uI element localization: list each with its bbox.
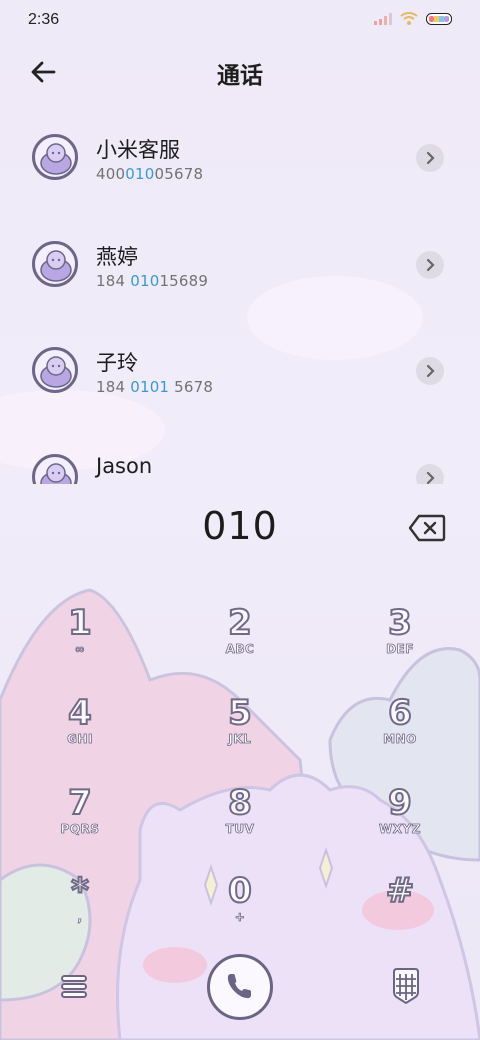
call-button[interactable]: [207, 954, 273, 1020]
key-letters: ,: [77, 910, 83, 925]
key-letters: MNO: [383, 732, 417, 747]
key-digit: 3: [387, 603, 413, 643]
wifi-icon: [400, 12, 418, 25]
dial-keypad: 1 ∞ 2 ABC 3 DEF 4 GHI 5 JKL 6 MNO 7 PQRS 8 TUV 9…: [0, 596, 480, 948]
contact-row[interactable]: 小米客服 40001005678: [0, 112, 480, 219]
key-digit: 2: [227, 603, 253, 643]
key-1[interactable]: 1 ∞: [20, 603, 140, 686]
contact-number: 184 01015689: [96, 271, 209, 290]
key-5[interactable]: 5 JKL: [180, 693, 300, 776]
status-time: 2:36: [28, 11, 60, 28]
key-digit: 4: [67, 693, 93, 733]
contact-number: 40001005678: [96, 165, 204, 183]
phone-icon: [227, 974, 251, 999]
key-digit: 9: [387, 783, 413, 823]
avatar: [32, 347, 78, 393]
key-9[interactable]: 9 WXYZ: [340, 783, 460, 866]
key-7[interactable]: 7 PQRS: [20, 783, 140, 866]
contact-row[interactable]: 子玲 184 0101 5678: [0, 325, 480, 432]
contact-row[interactable]: 燕婷 184 01015689: [0, 219, 480, 326]
avatar: [32, 134, 78, 180]
key-letters: DEF: [386, 642, 414, 657]
key-digit: 5: [227, 693, 253, 733]
key-letters: PQRS: [60, 822, 100, 837]
key-0[interactable]: 0 +: [180, 871, 300, 954]
key-hash[interactable]: #: [340, 871, 460, 954]
status-icons: [374, 12, 454, 25]
key-star[interactable]: *,: [20, 871, 140, 954]
contact-row[interactable]: Jason: [0, 432, 480, 484]
chevron-right-icon: [426, 471, 435, 484]
dialpad-icon[interactable]: [388, 966, 424, 1006]
contact-number: 184 0101 5678: [96, 378, 214, 396]
chevron-right-icon: [426, 258, 435, 271]
key-letters: GHI: [67, 732, 93, 747]
key-letters: ABC: [225, 642, 255, 657]
key-digit: 8: [227, 783, 253, 823]
key-2[interactable]: 2 ABC: [180, 603, 300, 686]
key-letters: WXYZ: [379, 822, 421, 837]
battery-icon: [426, 12, 452, 25]
contact-detail-button[interactable]: [416, 357, 444, 385]
key-digit: 1: [67, 603, 93, 643]
contact-name: 小米客服: [96, 138, 180, 162]
backspace-icon[interactable]: [408, 514, 446, 542]
key-3[interactable]: 3 DEF: [340, 603, 460, 686]
avatar: [32, 240, 78, 287]
key-letters: +: [234, 910, 246, 925]
page-title: 通话: [217, 63, 263, 89]
contact-detail-button[interactable]: [416, 463, 444, 484]
contact-detail-button[interactable]: [416, 250, 444, 279]
chevron-right-icon: [426, 151, 435, 165]
key-letters: TUV: [225, 822, 255, 837]
chevron-right-icon: [426, 364, 435, 378]
key-digit: 6: [387, 693, 413, 733]
voicemail-icon: ∞: [74, 642, 86, 657]
key-digit: 0: [227, 871, 253, 911]
header: 通话: [0, 46, 480, 94]
contact-name: 子玲: [96, 351, 138, 375]
status-bar: 2:36: [0, 0, 480, 40]
contact-name: 燕婷: [96, 244, 138, 269]
dial-display: 010: [0, 504, 480, 554]
contact-name: Jason: [96, 453, 153, 478]
avatar: [32, 453, 78, 484]
key-letters: JKL: [228, 732, 252, 747]
key-4[interactable]: 4 GHI: [20, 693, 140, 776]
key-6[interactable]: 6 MNO: [340, 693, 460, 776]
key-digit: #: [385, 871, 416, 911]
signal-icon: [374, 12, 392, 25]
contact-list: 小米客服 40001005678 燕婷 184 01015689 子玲 184 …: [0, 112, 480, 484]
key-8[interactable]: 8 TUV: [180, 783, 300, 866]
bottom-action-bar: [0, 950, 480, 1030]
contact-detail-button[interactable]: [416, 144, 444, 172]
key-digit: *: [70, 871, 90, 911]
key-digit: 7: [67, 783, 93, 823]
menu-icon[interactable]: [56, 968, 92, 1004]
